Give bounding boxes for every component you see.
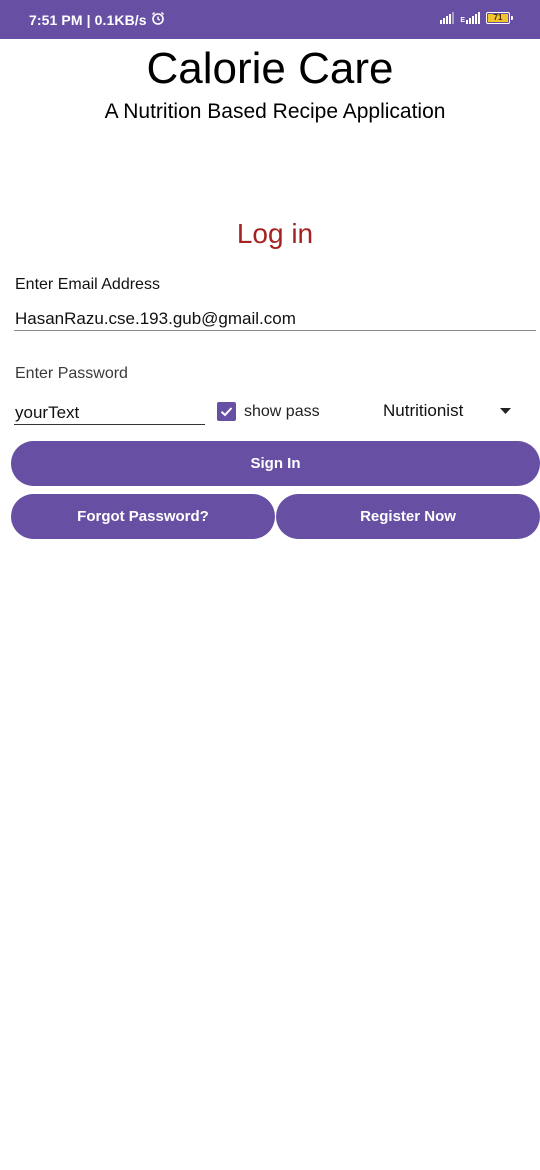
status-time: 7:51 PM | 0.1KB/s [29,11,147,28]
role-dropdown[interactable]: Nutritionist [383,401,515,423]
email-field[interactable] [14,307,536,331]
email-label: Enter Email Address [15,276,160,293]
status-left: 7:51 PM | 0.1KB/s [29,11,165,28]
password-field[interactable] [14,401,205,425]
alarm-clock-icon [151,11,165,28]
battery-icon: 71 [486,11,513,24]
password-label: Enter Password [15,365,128,382]
status-bar: 7:51 PM | 0.1KB/s E 71 [0,0,540,39]
show-pass-label: show pass [244,402,320,420]
checkmark-icon [220,407,233,417]
network-label: E [460,17,465,24]
signal-e-icon: E [460,11,480,24]
dropdown-arrow-icon [500,408,511,414]
show-pass-toggle[interactable]: show pass [217,402,320,421]
sign-in-button[interactable]: Sign In [11,441,540,486]
register-now-button[interactable]: Register Now [276,494,540,539]
signal-icon [440,11,455,24]
show-pass-checkbox[interactable] [217,402,236,421]
login-heading: Log in [236,218,314,249]
battery-level: 71 [488,13,508,22]
forgot-password-button[interactable]: Forgot Password? [11,494,275,539]
app-subtitle: A Nutrition Based Recipe Application [104,100,446,123]
app-title: Calorie Care [146,44,394,93]
status-right: E 71 [440,11,513,24]
role-selected-value: Nutritionist [383,401,464,420]
